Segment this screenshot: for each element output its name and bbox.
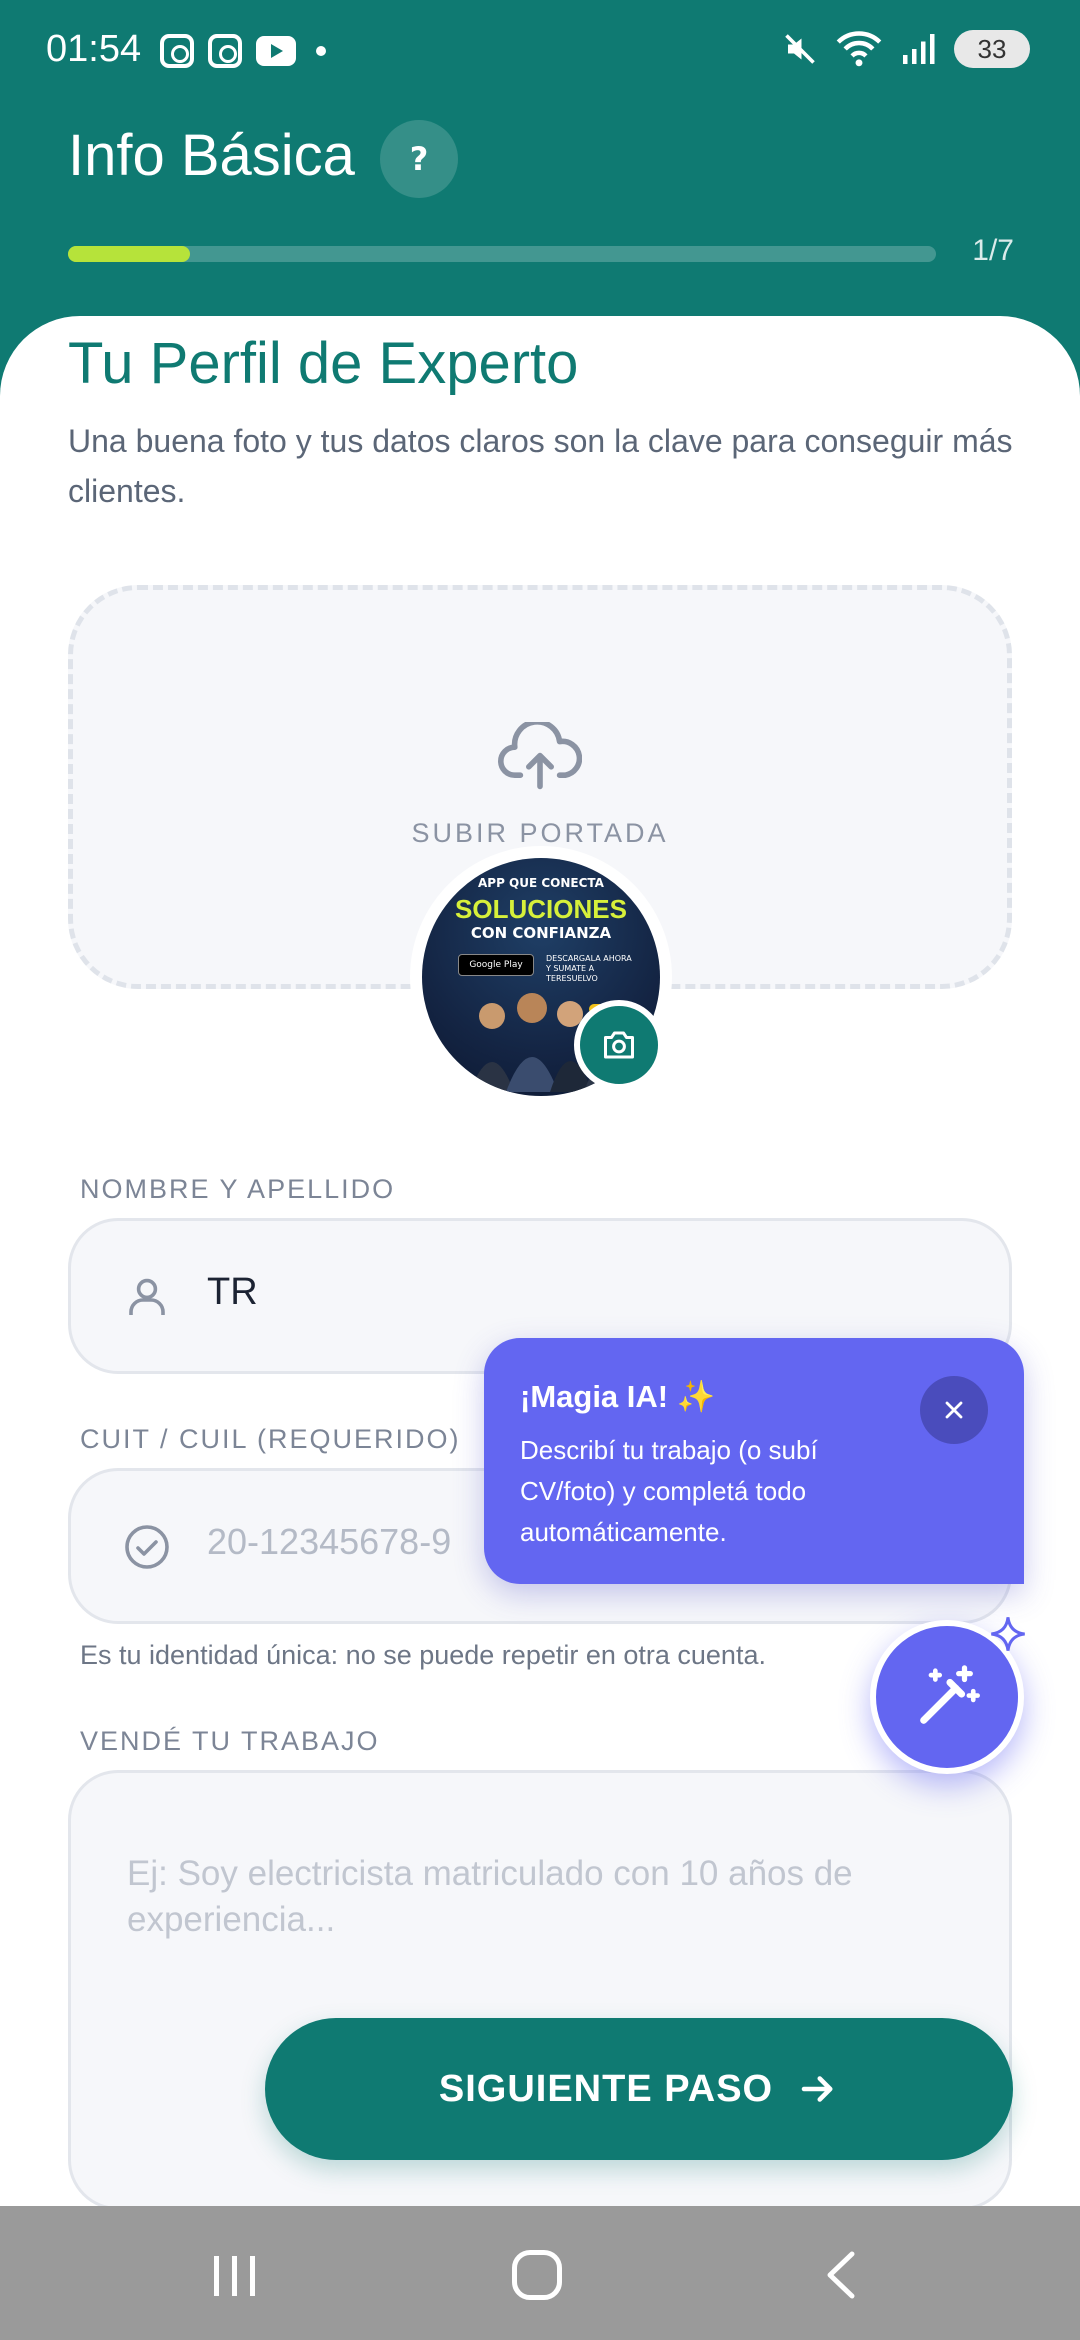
ai-tooltip-body: Describí tu trabajo (o subí CV/foto) y c… xyxy=(520,1435,818,1547)
cover-upload-label: SUBIR PORTADA xyxy=(411,818,669,848)
notification-dot xyxy=(316,46,326,56)
instagram-icon xyxy=(160,34,194,68)
battery-level: 33 xyxy=(977,33,1007,64)
mute-icon xyxy=(785,34,815,64)
avatar-heading-main: SOLUCIONES xyxy=(455,894,627,924)
system-navigation-bar xyxy=(0,2206,1080,2340)
close-icon xyxy=(945,1401,963,1419)
status-notifications xyxy=(160,34,326,68)
check-circle-icon xyxy=(125,1525,169,1569)
signal-icon xyxy=(903,34,935,64)
arrow-right-icon xyxy=(801,2076,833,2102)
camera-icon xyxy=(604,1031,634,1059)
ai-tooltip-title: ¡Magia IA! ✨ xyxy=(520,1379,716,1414)
recent-apps-icon[interactable] xyxy=(210,2254,260,2298)
cuit-field-label: CUIT / CUIL (REQUERIDO) xyxy=(80,1424,461,1454)
progress-fill xyxy=(68,246,190,262)
status-time: 01:54 xyxy=(46,28,142,70)
page-title: Info Básica xyxy=(68,123,355,188)
sparkle-icon xyxy=(991,1617,1025,1651)
section-subtitle: Una buena foto y tus datos claros son la… xyxy=(68,423,1013,509)
user-icon xyxy=(129,1278,165,1315)
help-button[interactable]: ? xyxy=(380,120,458,198)
battery-icon: 33 xyxy=(954,30,1030,68)
step-counter: 1/7 xyxy=(972,234,1014,267)
google-play-badge: Google Play xyxy=(458,954,534,976)
status-system-icons: 33 xyxy=(782,30,1030,68)
instagram-icon xyxy=(208,34,242,68)
section-title: Tu Perfil de Experto xyxy=(68,331,579,396)
change-photo-button[interactable] xyxy=(574,1000,664,1090)
cuit-hint: Es tu identidad única: no se puede repet… xyxy=(80,1640,766,1670)
name-field-value: TR xyxy=(207,1271,258,1313)
avatar-download-text: DESCARGALA AHORA Y SUMATE A TERESUELVO xyxy=(546,954,632,983)
name-field-label: NOMBRE Y APELLIDO xyxy=(80,1174,396,1204)
back-icon[interactable] xyxy=(820,2250,860,2300)
pitch-field-label: VENDÉ TU TRABAJO xyxy=(80,1726,380,1756)
wifi-icon xyxy=(836,31,882,67)
cuit-field-placeholder: 20-12345678-9 xyxy=(207,1521,452,1562)
status-bar: 01:54 33 xyxy=(0,0,1080,100)
pitch-placeholder: Ej: Soy electricista matriculado con 10 … xyxy=(127,1854,853,1939)
youtube-icon xyxy=(256,36,296,66)
magic-wand-icon xyxy=(920,1665,980,1724)
cloud-upload-icon xyxy=(498,722,582,790)
next-step-label: SIGUIENTE PASO xyxy=(438,2067,774,2110)
avatar-heading-sub: CON CONFIANZA xyxy=(470,924,612,942)
ai-magic-tooltip: ¡Magia IA! ✨ Describí tu trabajo (o subí… xyxy=(484,1338,1024,1584)
avatar-heading-top: APP QUE CONECTA xyxy=(478,876,604,890)
close-tooltip-button[interactable] xyxy=(920,1376,988,1444)
next-step-button[interactable]: SIGUIENTE PASO xyxy=(265,2018,1013,2160)
progress-bar xyxy=(68,246,936,262)
home-icon[interactable] xyxy=(512,2250,562,2300)
